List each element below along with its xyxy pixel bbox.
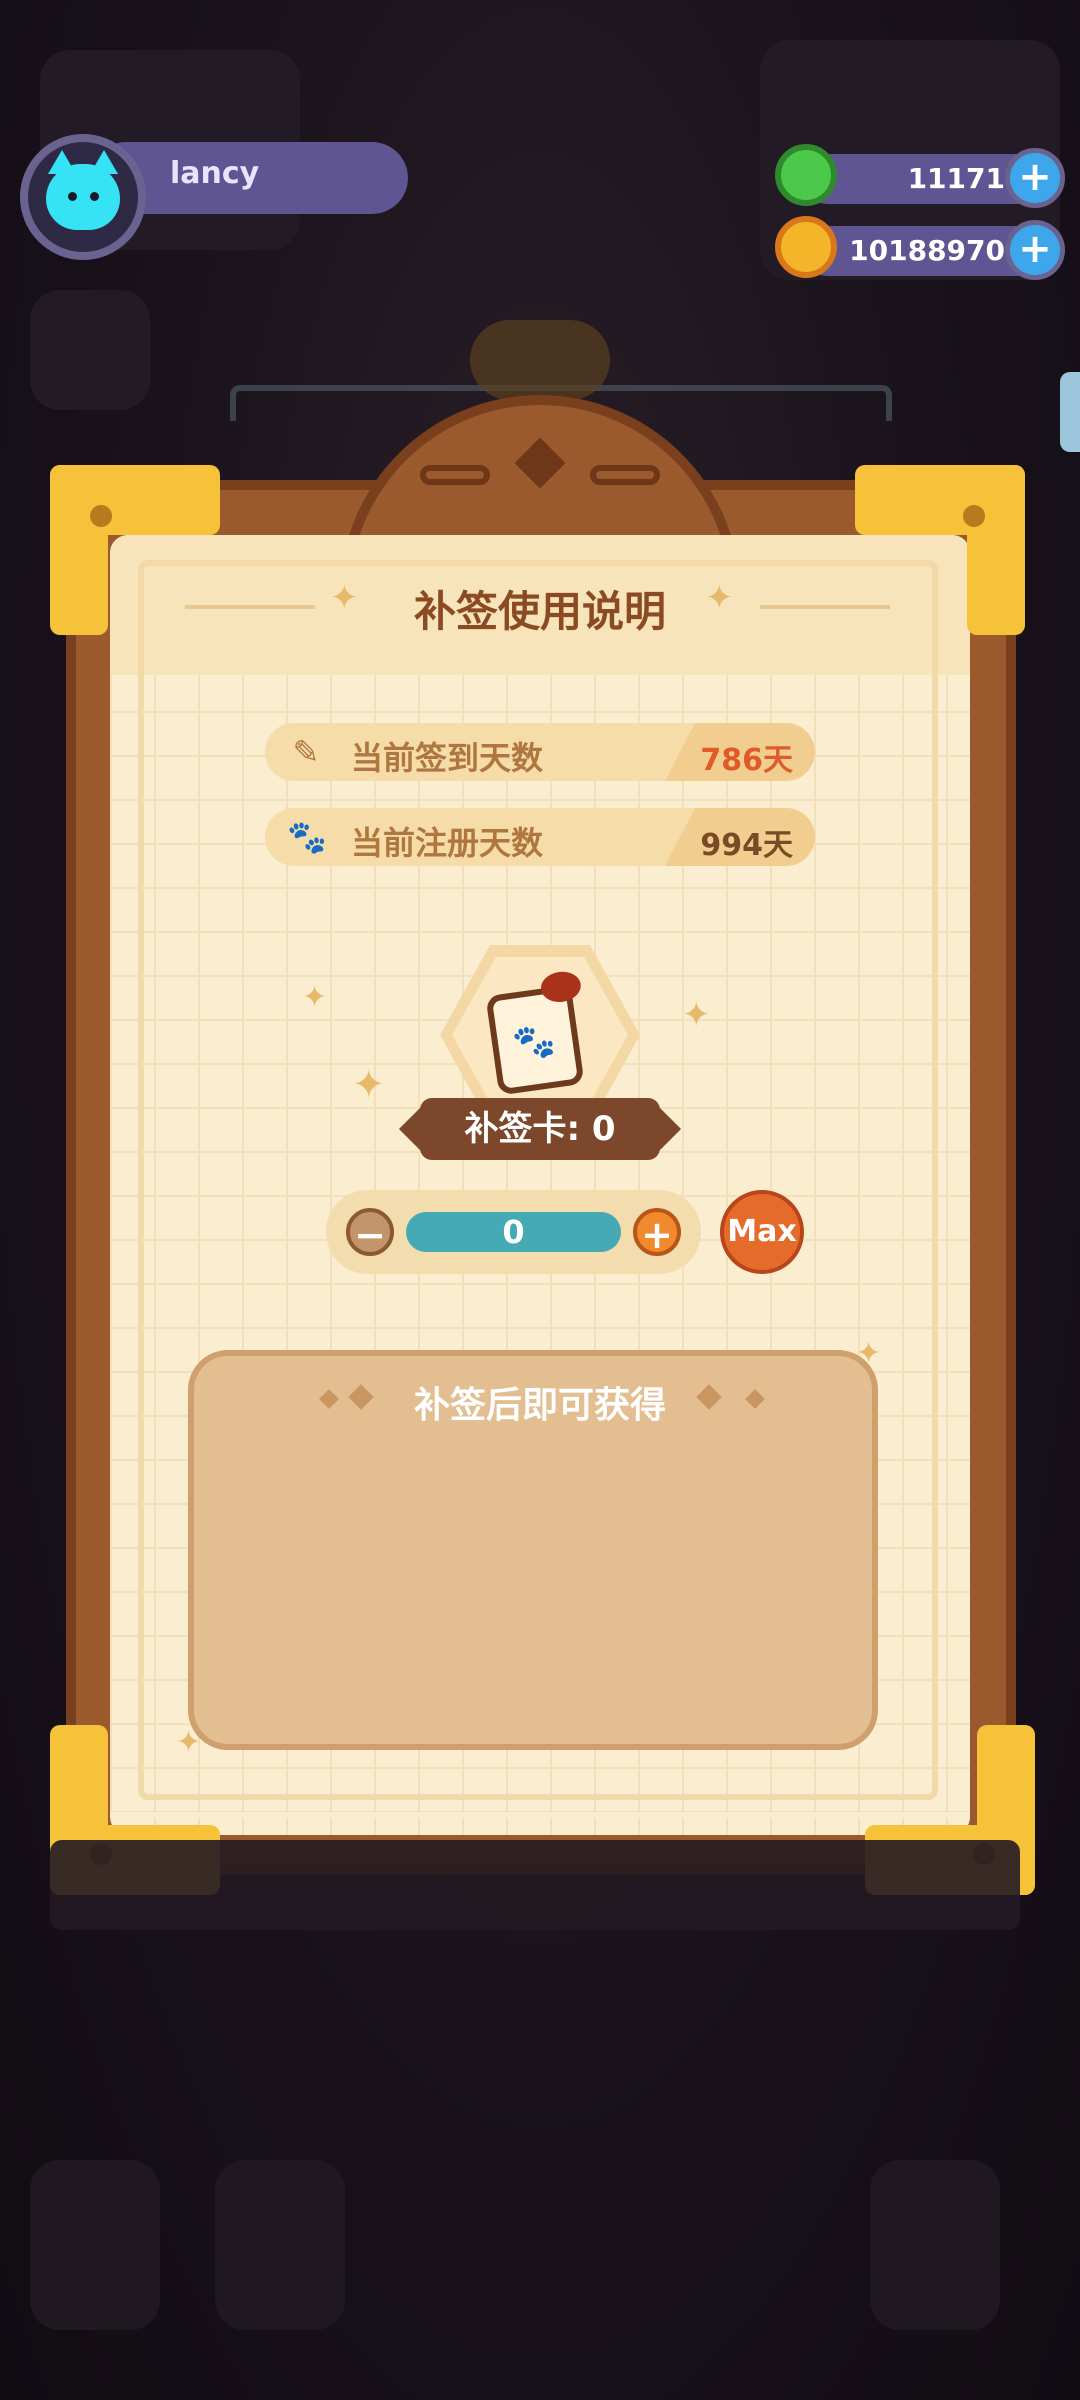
bottom-nav-item (215, 2160, 345, 2330)
cat-ear (90, 150, 118, 174)
side-tab[interactable] (1060, 372, 1080, 452)
sparkle-icon: ✦ (856, 1336, 882, 1371)
arch-scroll-icon (590, 465, 660, 485)
quantity-stepper: − 0 + (326, 1190, 701, 1274)
donut-coin-icon (775, 144, 837, 206)
stat-checkin-days: ✎ 当前签到天数 786天 (265, 723, 815, 781)
arch-scroll-icon (420, 465, 490, 485)
add-currency-button[interactable]: + (1005, 148, 1065, 208)
decrease-button[interactable]: − (346, 1208, 394, 1257)
background-shape (30, 290, 150, 410)
planet-coin-icon (775, 216, 837, 278)
cat-eye (90, 192, 99, 201)
username: lancy (170, 156, 260, 191)
title-divider (185, 605, 315, 609)
paper-scallop-edge (110, 1812, 970, 1834)
bottom-nav-item (870, 2160, 1000, 2330)
add-currency-button[interactable]: + (1005, 220, 1065, 280)
sparkle-icon: ✦ (302, 980, 328, 1015)
stat-label: 当前签到天数 (351, 739, 544, 777)
paw-icon: 🐾 (287, 818, 327, 856)
corner-ornament-icon (855, 465, 1025, 635)
paw-icon: 🐾 (510, 1019, 559, 1065)
sparkle-icon: ✦ (176, 1725, 202, 1760)
makeup-card-icon: 🐾 (485, 969, 585, 1096)
background-bar (50, 1840, 1020, 1930)
cat-eye (68, 192, 77, 201)
cat-ear (48, 150, 76, 174)
increase-button[interactable]: + (633, 1208, 681, 1257)
sparkle-icon: ✦ (682, 995, 711, 1035)
background-bow (470, 320, 610, 400)
stat-value: 994天 (700, 828, 793, 863)
currency-value: 10188970 (849, 234, 1005, 267)
quantity-value[interactable]: 0 (406, 1212, 621, 1252)
sparkle-icon: ✦ (352, 1062, 386, 1108)
max-button[interactable]: Max (720, 1190, 804, 1274)
player-profile[interactable]: lancy (20, 134, 408, 264)
cat-avatar-icon (46, 150, 120, 230)
stat-registered-days: 🐾 当前注册天数 994天 (265, 808, 815, 866)
corner-ornament-icon (50, 465, 220, 635)
rewards-title: 补签后即可获得 (413, 1385, 666, 1426)
avatar[interactable] (20, 134, 146, 260)
dialog-title: 补签使用说明 (413, 587, 666, 636)
stat-value: 786天 (700, 743, 793, 778)
currency-value: 11171 (907, 162, 1005, 195)
bottom-nav-item (30, 2160, 160, 2330)
arch-gem-icon (514, 437, 566, 489)
currency-green: 11171 + (775, 144, 1065, 208)
pencil-icon: ✎ (292, 733, 320, 771)
makeup-card-count: 补签卡: 0 (420, 1098, 660, 1160)
stat-label: 当前注册天数 (351, 824, 544, 862)
currency-gold: 10188970 + (775, 216, 1065, 280)
